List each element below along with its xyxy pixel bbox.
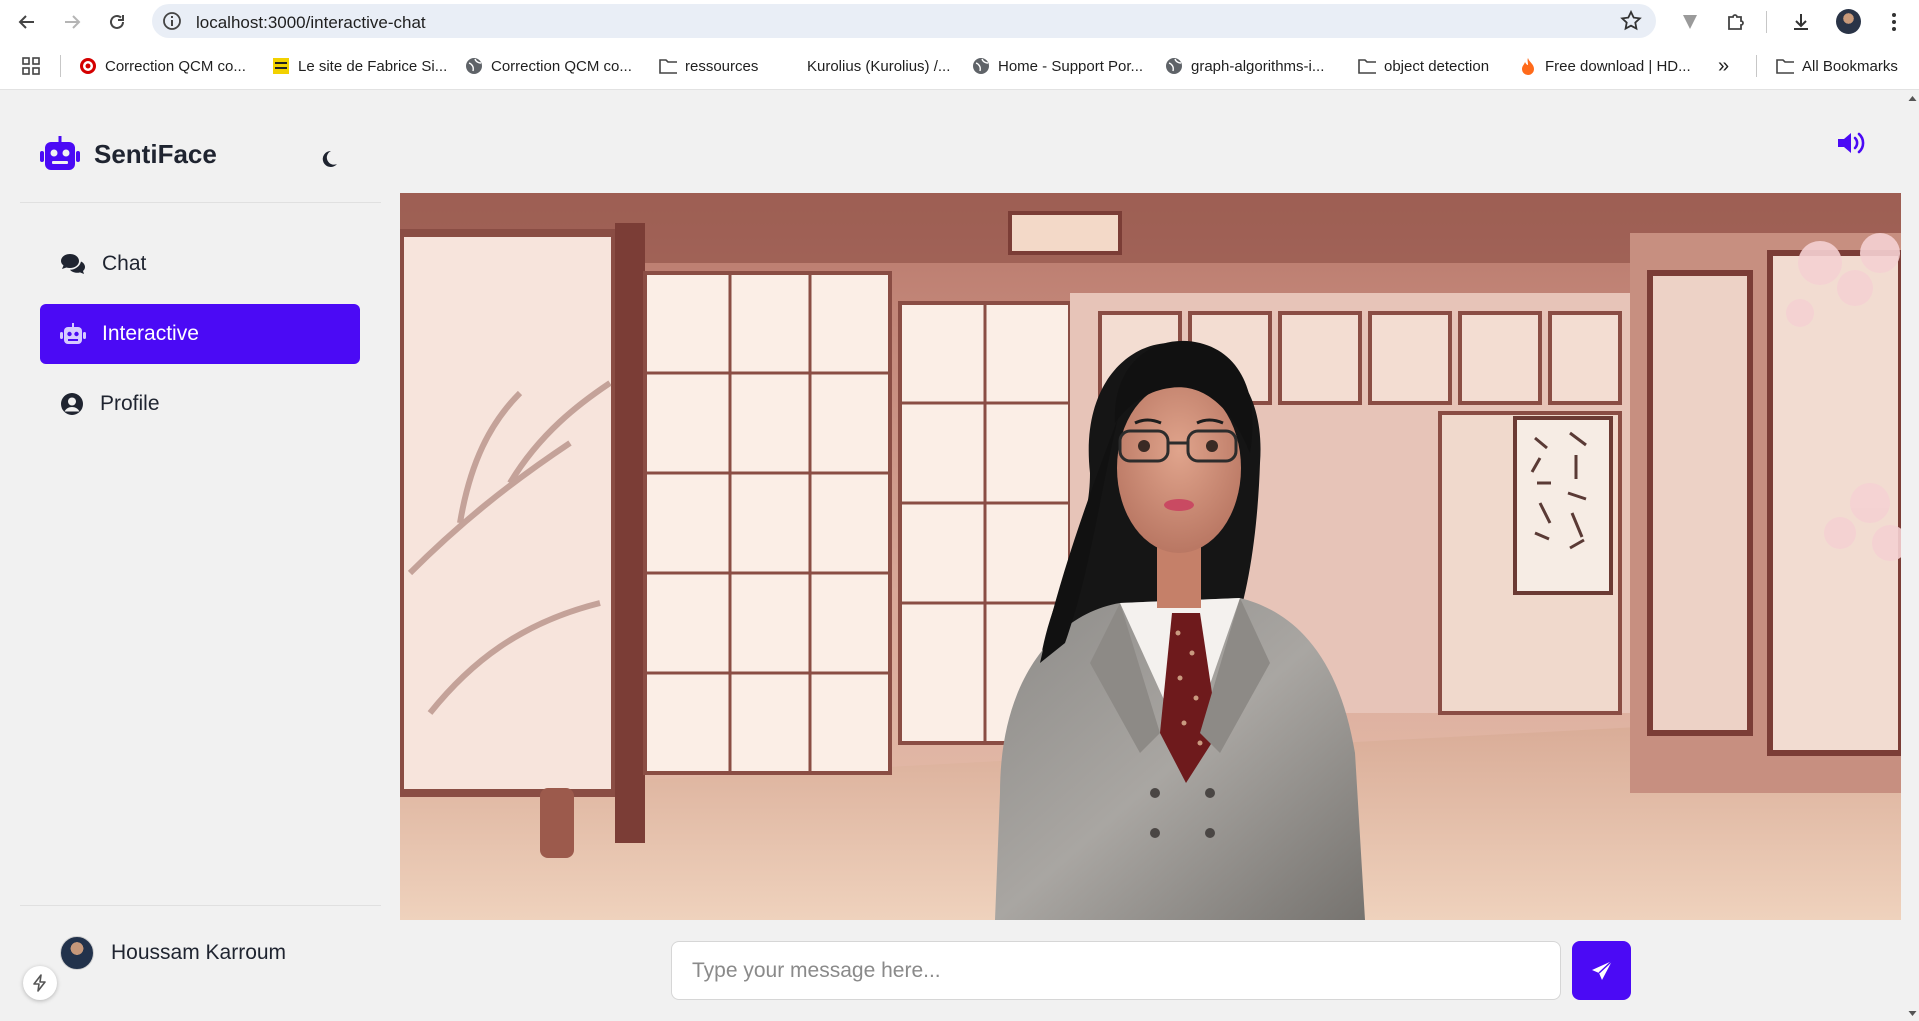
bookmark-item[interactable]: Correction QCM co... (465, 55, 632, 77)
chrome-menu-icon[interactable] (1880, 8, 1908, 36)
quick-action-button[interactable] (23, 966, 57, 1000)
bookmark-item[interactable]: Correction QCM co... (79, 55, 246, 77)
bookmark-item[interactable]: Le site de Fabrice Si... (272, 55, 447, 77)
sidebar-item-chat[interactable]: Chat (40, 234, 360, 294)
send-button[interactable] (1572, 941, 1631, 1000)
site-info-icon[interactable] (162, 11, 182, 36)
arrow-right-icon (65, 15, 81, 29)
back-button[interactable] (13, 8, 41, 36)
folder-icon (659, 57, 677, 75)
sidebar-item-label: Chat (102, 252, 147, 275)
all-bookmarks-button[interactable]: All Bookmarks (1776, 55, 1898, 77)
robot-logo-icon (40, 136, 80, 170)
sidebar-item-label: Profile (100, 392, 160, 415)
volume-up-icon (1838, 132, 1865, 154)
sidebar-item-label: Interactive (102, 322, 199, 345)
app-name: SentiFace (94, 138, 217, 169)
divider (20, 905, 381, 906)
bookmark-item[interactable]: Home - Support Por... (972, 55, 1143, 77)
robot-icon (60, 323, 86, 344)
sound-toggle-button[interactable] (1836, 130, 1866, 156)
blank-favicon-icon (781, 57, 799, 75)
globe-favicon-icon (465, 57, 483, 75)
extensions-puzzle-icon[interactable] (1722, 8, 1750, 36)
bookmarks-overflow-button[interactable]: » (1718, 55, 1729, 77)
user-name: Houssam Karroum (111, 941, 287, 964)
address-bar[interactable]: localhost:3000/interactive-chat (152, 4, 1656, 38)
brand[interactable]: SentiFace (40, 136, 217, 172)
flame-favicon-icon (1519, 57, 1537, 75)
reload-button[interactable] (103, 8, 131, 36)
bookmark-folder[interactable]: object detection (1358, 55, 1489, 77)
sidebar-item-interactive[interactable]: Interactive (40, 304, 360, 364)
divider (20, 202, 381, 203)
user-profile[interactable]: Houssam Karroum (60, 936, 286, 970)
chrome-profile-avatar[interactable] (1836, 9, 1861, 34)
globe-favicon-icon (1165, 57, 1183, 75)
message-input[interactable] (671, 941, 1561, 1000)
bookmark-item[interactable]: Free download | HD... (1519, 55, 1691, 77)
reload-icon (110, 14, 124, 29)
paper-plane-icon (1591, 959, 1613, 980)
apps-grid-icon[interactable] (22, 55, 40, 77)
target-favicon-icon (79, 57, 97, 75)
forward-button[interactable] (58, 8, 86, 36)
user-circle-icon (61, 393, 83, 415)
moon-icon (322, 150, 337, 167)
url-text[interactable]: localhost:3000/interactive-chat (196, 13, 426, 33)
downloads-icon[interactable] (1787, 8, 1815, 36)
bolt-icon (33, 974, 46, 992)
bookmark-folder[interactable]: ressources (659, 55, 758, 77)
bookmark-star-icon[interactable] (1620, 9, 1642, 37)
bookmark-item[interactable]: graph-algorithms-i... (1165, 55, 1324, 77)
avatar (60, 936, 94, 970)
browser-toolbar: localhost:3000/interactive-chat (0, 0, 1919, 43)
extension-vpn-icon[interactable] (1676, 8, 1704, 36)
page-scrollbar[interactable] (1906, 91, 1919, 1021)
dark-mode-toggle[interactable] (316, 146, 342, 172)
site-favicon-icon (272, 57, 290, 75)
globe-favicon-icon (972, 57, 990, 75)
bookmarks-bar: Correction QCM co... Le site de Fabrice … (0, 43, 1919, 90)
sidebar: SentiFace Chat Interactive Profile Houss… (0, 91, 399, 1021)
comments-icon (61, 254, 85, 274)
sidebar-item-profile[interactable]: Profile (40, 374, 360, 434)
folder-icon (1776, 57, 1794, 75)
bookmark-item[interactable]: Kurolius (Kurolius) /... (781, 55, 950, 77)
arrow-left-icon (18, 15, 34, 29)
folder-icon (1358, 57, 1376, 75)
avatar-scene[interactable] (400, 193, 1901, 920)
